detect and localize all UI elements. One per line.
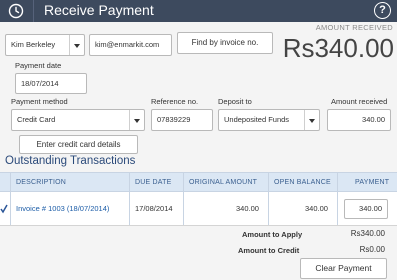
deposit-to-value: Undeposited Funds <box>224 115 290 124</box>
column-divider <box>337 192 338 225</box>
column-divider <box>183 192 184 225</box>
column-divider <box>183 173 184 191</box>
amount-to-credit-value: Rs0.00 <box>359 245 385 254</box>
receive-payment-screen: Receive Payment ? AMOUNT RECEIVED Rs340.… <box>0 0 397 280</box>
chevron-down-icon[interactable] <box>129 110 144 130</box>
original-amount-cell: 340.00 <box>236 204 259 213</box>
help-icon[interactable]: ? <box>374 2 391 19</box>
invoice-link[interactable]: Invoice # 1003 (18/07/2014) <box>16 204 109 213</box>
reference-value: 07839229 <box>157 115 191 124</box>
column-divider <box>268 192 269 225</box>
row-checkbox[interactable] <box>0 204 8 216</box>
column-divider <box>337 173 338 191</box>
open-balance-cell: 340.00 <box>305 204 328 213</box>
amount-received-total: Rs340.00 <box>282 33 394 63</box>
column-divider <box>129 173 130 191</box>
credit-card-details-button[interactable]: Enter credit card details <box>19 135 138 154</box>
customer-email-field[interactable]: kim@enmarkit.com <box>89 34 172 56</box>
table-row: Invoice # 1003 (18/07/2014) 17/08/2014 3… <box>0 192 397 226</box>
customer-select[interactable]: Kim Berkeley <box>5 34 85 56</box>
clear-payment-button[interactable]: Clear Payment <box>300 258 387 279</box>
payment-input[interactable]: 340.00 <box>344 199 388 219</box>
reference-input[interactable]: 07839229 <box>151 109 213 131</box>
table-header: DESCRIPTION DUE DATE ORIGINAL AMOUNT OPE… <box>0 172 397 192</box>
header-divider <box>33 0 34 22</box>
column-divider <box>129 192 130 225</box>
amount-to-credit-label: Amount to Credit <box>238 246 300 255</box>
amount-to-apply-value: Rs340.00 <box>350 229 385 238</box>
payment-date-input[interactable]: 18/07/2014 <box>15 73 87 94</box>
deposit-to-select[interactable]: Undeposited Funds <box>218 109 320 131</box>
amount-received-value: 340.00 <box>362 115 385 124</box>
payment-method-label: Payment method <box>11 97 68 106</box>
outstanding-transactions-title: Outstanding Transactions <box>5 155 136 167</box>
customer-name: Kim Berkeley <box>11 40 56 49</box>
amount-received-caption: AMOUNT RECEIVED <box>315 23 393 32</box>
column-description: DESCRIPTION <box>16 179 67 186</box>
reference-label: Reference no. <box>151 97 199 106</box>
header-bar: Receive Payment ? <box>0 0 397 22</box>
payment-date-label: Payment date <box>15 61 62 70</box>
payment-method-value: Credit Card <box>17 115 56 124</box>
column-divider <box>268 173 269 191</box>
payment-date-value: 18/07/2014 <box>21 79 59 88</box>
chevron-down-icon[interactable] <box>69 35 84 55</box>
customer-email: kim@enmarkit.com <box>95 40 160 49</box>
amount-received-input[interactable]: 340.00 <box>327 109 391 131</box>
amount-to-apply-label: Amount to Apply <box>242 230 303 239</box>
amount-received-label: Amount received <box>331 97 388 106</box>
page-title: Receive Payment <box>44 2 154 18</box>
column-open-balance: OPEN BALANCE <box>274 179 331 186</box>
due-date-cell: 17/08/2014 <box>135 204 173 213</box>
deposit-to-label: Deposit to <box>218 97 252 106</box>
column-payment: PAYMENT <box>355 179 390 186</box>
column-divider <box>10 173 11 191</box>
payment-value: 340.00 <box>359 204 382 213</box>
find-by-invoice-button[interactable]: Find by invoice no. <box>177 32 273 54</box>
payment-method-select[interactable]: Credit Card <box>11 109 145 131</box>
column-due-date: DUE DATE <box>135 179 172 186</box>
recent-transactions-icon[interactable] <box>8 3 24 19</box>
column-divider <box>10 192 11 225</box>
column-original-amount: ORIGINAL AMOUNT <box>189 179 258 186</box>
chevron-down-icon[interactable] <box>304 110 319 130</box>
